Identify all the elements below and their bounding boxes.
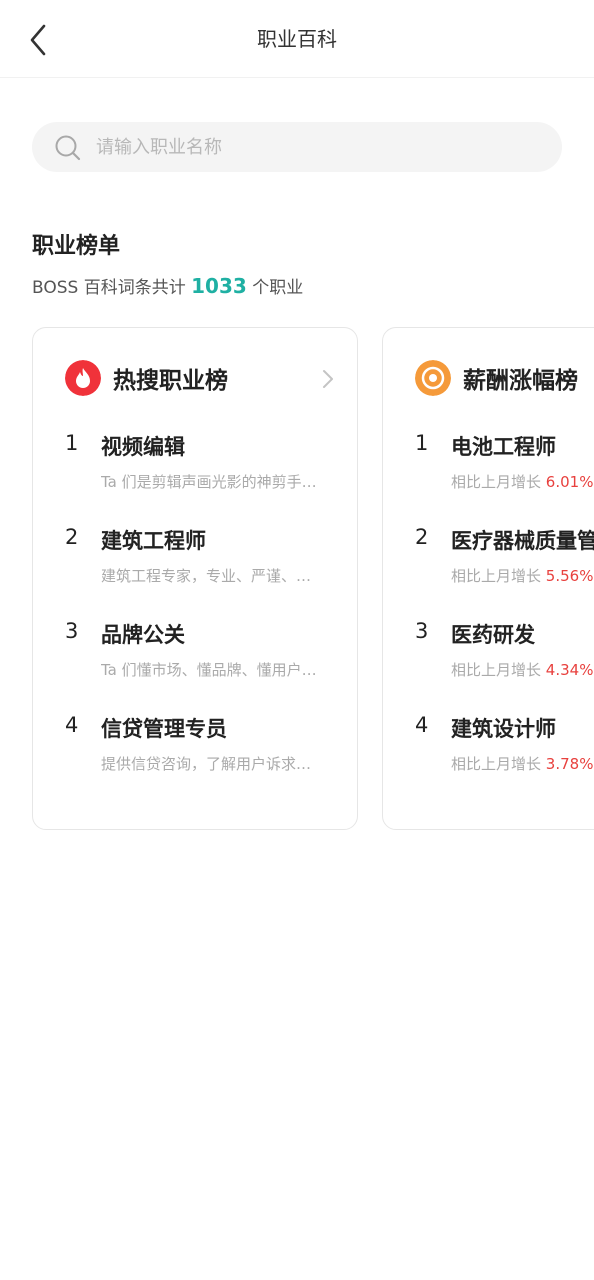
career-count: 1033 [191,274,247,298]
hot-list-card[interactable]: 热搜职业榜 1 视频编辑 Ta 们是剪辑声画光影的神剪手… 2 建筑工程师 建筑… [32,327,358,830]
career-description: 建筑工程专家，专业、严谨、… [101,567,312,585]
hot-list-item[interactable]: 3 品牌公关 Ta 们懂市场、懂品牌、懂用户… [33,619,357,699]
flame-icon [65,360,101,396]
career-description: Ta 们懂市场、懂品牌、懂用户… [101,661,317,679]
rank-number: 3 [415,619,429,643]
search-input[interactable] [96,122,536,172]
salary-list-item[interactable]: 3 医药研发 相比上月增长 4.34% [383,619,594,699]
coin-icon [415,360,451,396]
career-name: 信贷管理专员 [101,717,227,741]
subtitle-prefix: BOSS 百科词条共计 [32,278,186,298]
salary-list-item[interactable]: 1 电池工程师 相比上月增长 6.01% [383,431,594,511]
career-name: 医疗器械质量管 [451,529,594,553]
top-bar: 职业百科 [0,0,594,78]
salary-list-item[interactable]: 2 医疗器械质量管 相比上月增长 5.56% [383,525,594,605]
career-name: 品牌公关 [101,623,185,647]
career-description: Ta 们是剪辑声画光影的神剪手… [101,473,317,491]
search-icon [55,135,81,161]
career-name: 建筑设计师 [451,717,556,741]
growth-percent: 3.78% [545,755,594,773]
rank-number: 2 [65,525,79,549]
hot-list-item[interactable]: 2 建筑工程师 建筑工程专家，专业、严谨、… [33,525,357,605]
growth-percent: 4.34% [545,661,594,679]
search-bar[interactable] [32,122,562,172]
salary-list-item[interactable]: 4 建筑设计师 相比上月增长 3.78% [383,713,594,793]
app-root: 职业百科 职业榜单 BOSS 百科词条共计 1033 个职业 热搜职业榜 1 视… [0,0,594,1280]
rank-number: 3 [65,619,79,643]
rank-number: 2 [415,525,429,549]
career-name: 医药研发 [451,623,535,647]
growth-text: 相比上月增长 5.56% [451,565,593,586]
rank-number: 1 [415,431,429,455]
growth-text: 相比上月增长 3.78% [451,753,593,774]
career-name: 电池工程师 [451,435,556,459]
growth-label: 相比上月增长 [451,755,542,773]
growth-percent: 5.56% [545,567,594,585]
hot-list-item[interactable]: 1 视频编辑 Ta 们是剪辑声画光影的神剪手… [33,431,357,511]
section-subtitle: BOSS 百科词条共计 1033 个职业 [32,273,303,298]
growth-label: 相比上月增长 [451,567,542,585]
growth-label: 相比上月增长 [451,661,542,679]
growth-text: 相比上月增长 4.34% [451,659,593,680]
career-name: 视频编辑 [101,435,185,459]
growth-text: 相比上月增长 6.01% [451,471,593,492]
hot-list-item[interactable]: 4 信贷管理专员 提供信贷咨询，了解用户诉求… [33,713,357,793]
rank-number: 1 [65,431,79,455]
hot-list-title: 热搜职业榜 [113,368,228,394]
section-title: 职业榜单 [32,234,121,259]
page-title: 职业百科 [257,27,337,51]
salary-growth-card[interactable]: 薪酬涨幅榜 1 电池工程师 相比上月增长 6.01% 2 医疗器械质量管 相比上… [382,327,594,830]
rank-number: 4 [65,713,79,737]
subtitle-suffix: 个职业 [252,278,304,298]
rank-number: 4 [415,713,429,737]
career-description: 提供信贷咨询，了解用户诉求… [101,755,312,773]
career-name: 建筑工程师 [101,529,206,553]
growth-percent: 6.01% [545,473,594,491]
growth-label: 相比上月增长 [451,473,542,491]
chevron-right-icon[interactable] [321,368,335,390]
salary-list-title: 薪酬涨幅榜 [463,368,578,394]
